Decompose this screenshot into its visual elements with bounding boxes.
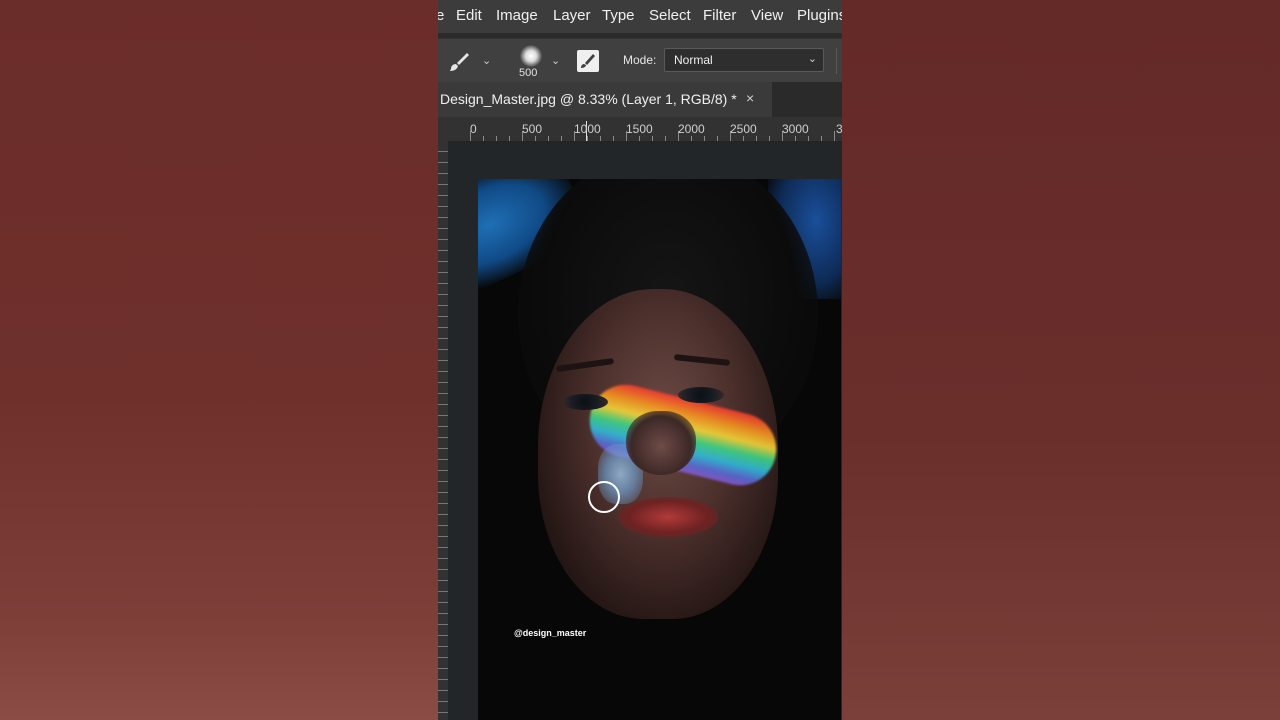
menu-layer[interactable]: Layer xyxy=(553,7,591,24)
blurred-background-left xyxy=(0,0,438,720)
image-detail xyxy=(562,394,608,410)
document-image[interactable]: @design_master xyxy=(478,179,841,720)
image-detail xyxy=(618,497,718,537)
menu-edit[interactable]: Edit xyxy=(456,7,482,24)
mode-select[interactable]: Normal ⌄ xyxy=(664,48,824,72)
watermark-text: @design_master xyxy=(514,628,587,638)
menu-select[interactable]: Select xyxy=(649,7,691,24)
ruler-tick-label: 2500 xyxy=(730,122,757,136)
menu-plugins[interactable]: Plugins xyxy=(797,7,842,24)
brush-preset-preview[interactable] xyxy=(520,45,542,67)
document-tab-bar: Design_Master.jpg @ 8.33% (Layer 1, RGB/… xyxy=(438,82,842,117)
ruler-tick-label: 3000 xyxy=(782,122,809,136)
photoshop-window: e Edit Image Layer Type Select Filter Vi… xyxy=(438,0,842,720)
image-detail xyxy=(626,411,696,475)
divider xyxy=(836,48,837,74)
chevron-down-icon[interactable]: ⌄ xyxy=(482,54,491,67)
brush-icon[interactable] xyxy=(448,51,470,73)
brush-cursor xyxy=(588,481,620,513)
chevron-down-icon[interactable]: ⌄ xyxy=(551,54,560,67)
mode-label: Mode: xyxy=(623,53,657,67)
mode-value: Normal xyxy=(674,53,713,67)
menu-file-partial[interactable]: e xyxy=(438,7,444,24)
vertical-ruler xyxy=(438,141,448,720)
canvas-area[interactable]: @design_master xyxy=(448,141,842,720)
blurred-background-right xyxy=(842,0,1280,720)
menu-image[interactable]: Image xyxy=(496,7,538,24)
chevron-down-icon: ⌄ xyxy=(807,53,817,65)
ruler-tick-label: 1000 xyxy=(574,122,601,136)
document-tab[interactable]: Design_Master.jpg @ 8.33% (Layer 1, RGB/… xyxy=(438,82,772,117)
options-bar: ⌄ 500 ⌄ Mode: Normal ⌄ xyxy=(438,38,842,83)
brush-settings-panel-icon[interactable] xyxy=(577,50,599,72)
menu-filter[interactable]: Filter xyxy=(703,7,736,24)
close-icon[interactable]: × xyxy=(746,90,754,106)
ruler-tick-label: 0 xyxy=(470,122,477,136)
ruler-tick-label: 3 xyxy=(836,122,842,136)
menu-view[interactable]: View xyxy=(751,7,783,24)
ruler-tick-label: 500 xyxy=(522,122,543,136)
menu-bar: e Edit Image Layer Type Select Filter Vi… xyxy=(438,0,842,33)
document-title: Design_Master.jpg @ 8.33% (Layer 1, RGB/… xyxy=(440,91,737,107)
horizontal-ruler: 0 500 1000 1500 2000 2500 3000 3 xyxy=(438,117,842,142)
ruler-tick-label: 2000 xyxy=(678,122,705,136)
ruler-tick-label: 1500 xyxy=(626,122,653,136)
image-detail xyxy=(678,387,724,403)
menu-type[interactable]: Type xyxy=(602,7,635,24)
brush-size-label: 500 xyxy=(519,67,538,79)
